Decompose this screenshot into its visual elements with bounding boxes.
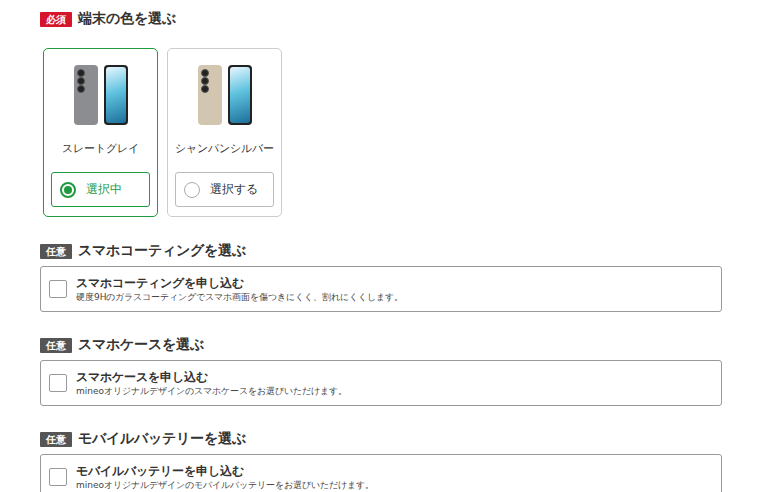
optional-badge: 任意 xyxy=(40,338,72,353)
option-row[interactable]: モバイルバッテリーを申し込むmineoオリジナルデザインのモバイルバッテリーをお… xyxy=(40,454,722,492)
screen-icon xyxy=(106,67,126,123)
checkbox[interactable] xyxy=(49,280,67,298)
checkbox[interactable] xyxy=(49,468,67,486)
color-options: スレートグレイ選択中シャンパンシルバー選択する xyxy=(43,48,760,217)
option-description: mineoオリジナルデザインのモバイルバッテリーをお選びいただけます。 xyxy=(76,479,374,492)
section-title: スマホケースを選ぶ xyxy=(78,336,204,354)
optional-badge: 任意 xyxy=(40,432,72,447)
option-section: 任意スマホコーティングを選ぶスマホコーティングを申し込む硬度9Hのガラスコーティ… xyxy=(40,242,760,312)
option-section: 任意スマホケースを選ぶスマホケースを申し込むmineoオリジナルデザインのスマホ… xyxy=(40,336,760,406)
section-header: 任意スマホケースを選ぶ xyxy=(40,336,760,354)
radio-button[interactable] xyxy=(60,182,76,198)
phone-back-icon xyxy=(198,65,222,125)
option-description: 硬度9Hのガラスコーティングでスマホ画面を傷つきにくく、割れにくくします。 xyxy=(76,291,404,304)
select-label: 選択する xyxy=(210,181,258,198)
checkbox[interactable] xyxy=(49,374,67,392)
section-title: 端末の色を選ぶ xyxy=(78,10,176,28)
select-label: 選択中 xyxy=(86,181,122,198)
section-header: 必須端末の色を選ぶ xyxy=(40,10,760,28)
optional-badge: 任意 xyxy=(40,244,72,259)
option-text: モバイルバッテリーを申し込むmineoオリジナルデザインのモバイルバッテリーをお… xyxy=(76,463,374,492)
option-text: スマホコーティングを申し込む硬度9Hのガラスコーティングでスマホ画面を傷つきにく… xyxy=(76,275,404,304)
camera-icon xyxy=(77,85,85,93)
page: 必須端末の色を選ぶスレートグレイ選択中シャンパンシルバー選択する任意スマホコーテ… xyxy=(0,0,760,492)
option-text: スマホケースを申し込むmineoオリジナルデザインのスマホケースをお選びいただけ… xyxy=(76,369,347,398)
option-label: スマホコーティングを申し込む xyxy=(76,275,404,291)
section-title: モバイルバッテリーを選ぶ xyxy=(78,430,246,448)
camera-icon xyxy=(201,69,209,77)
option-section: 任意モバイルバッテリーを選ぶモバイルバッテリーを申し込むmineoオリジナルデザ… xyxy=(40,430,760,492)
camera-icon xyxy=(201,85,209,93)
color-name: シャンパンシルバー xyxy=(175,141,274,156)
phone-front-icon xyxy=(104,65,128,125)
camera-icon xyxy=(77,69,85,77)
option-description: mineoオリジナルデザインのスマホケースをお選びいただけます。 xyxy=(76,385,347,398)
select-button[interactable]: 選択する xyxy=(175,172,274,207)
option-row[interactable]: スマホコーティングを申し込む硬度9Hのガラスコーティングでスマホ画面を傷つきにく… xyxy=(40,266,722,312)
phone-image xyxy=(198,63,252,127)
color-name: スレートグレイ xyxy=(62,141,139,156)
section-header: 任意モバイルバッテリーを選ぶ xyxy=(40,430,760,448)
phone-back-icon xyxy=(74,65,98,125)
section-header: 任意スマホコーティングを選ぶ xyxy=(40,242,760,260)
camera-icon xyxy=(77,77,85,85)
phone-front-icon xyxy=(228,65,252,125)
required-badge: 必須 xyxy=(40,12,72,27)
color-card[interactable]: スレートグレイ選択中 xyxy=(43,48,158,217)
color-card[interactable]: シャンパンシルバー選択する xyxy=(167,48,282,217)
option-label: スマホケースを申し込む xyxy=(76,369,347,385)
option-row[interactable]: スマホケースを申し込むmineoオリジナルデザインのスマホケースをお選びいただけ… xyxy=(40,360,722,406)
option-label: モバイルバッテリーを申し込む xyxy=(76,463,374,479)
phone-image xyxy=(74,63,128,127)
radio-button[interactable] xyxy=(184,182,200,198)
camera-icon xyxy=(201,77,209,85)
section-title: スマホコーティングを選ぶ xyxy=(78,242,246,260)
screen-icon xyxy=(230,67,250,123)
select-button[interactable]: 選択中 xyxy=(51,172,150,207)
